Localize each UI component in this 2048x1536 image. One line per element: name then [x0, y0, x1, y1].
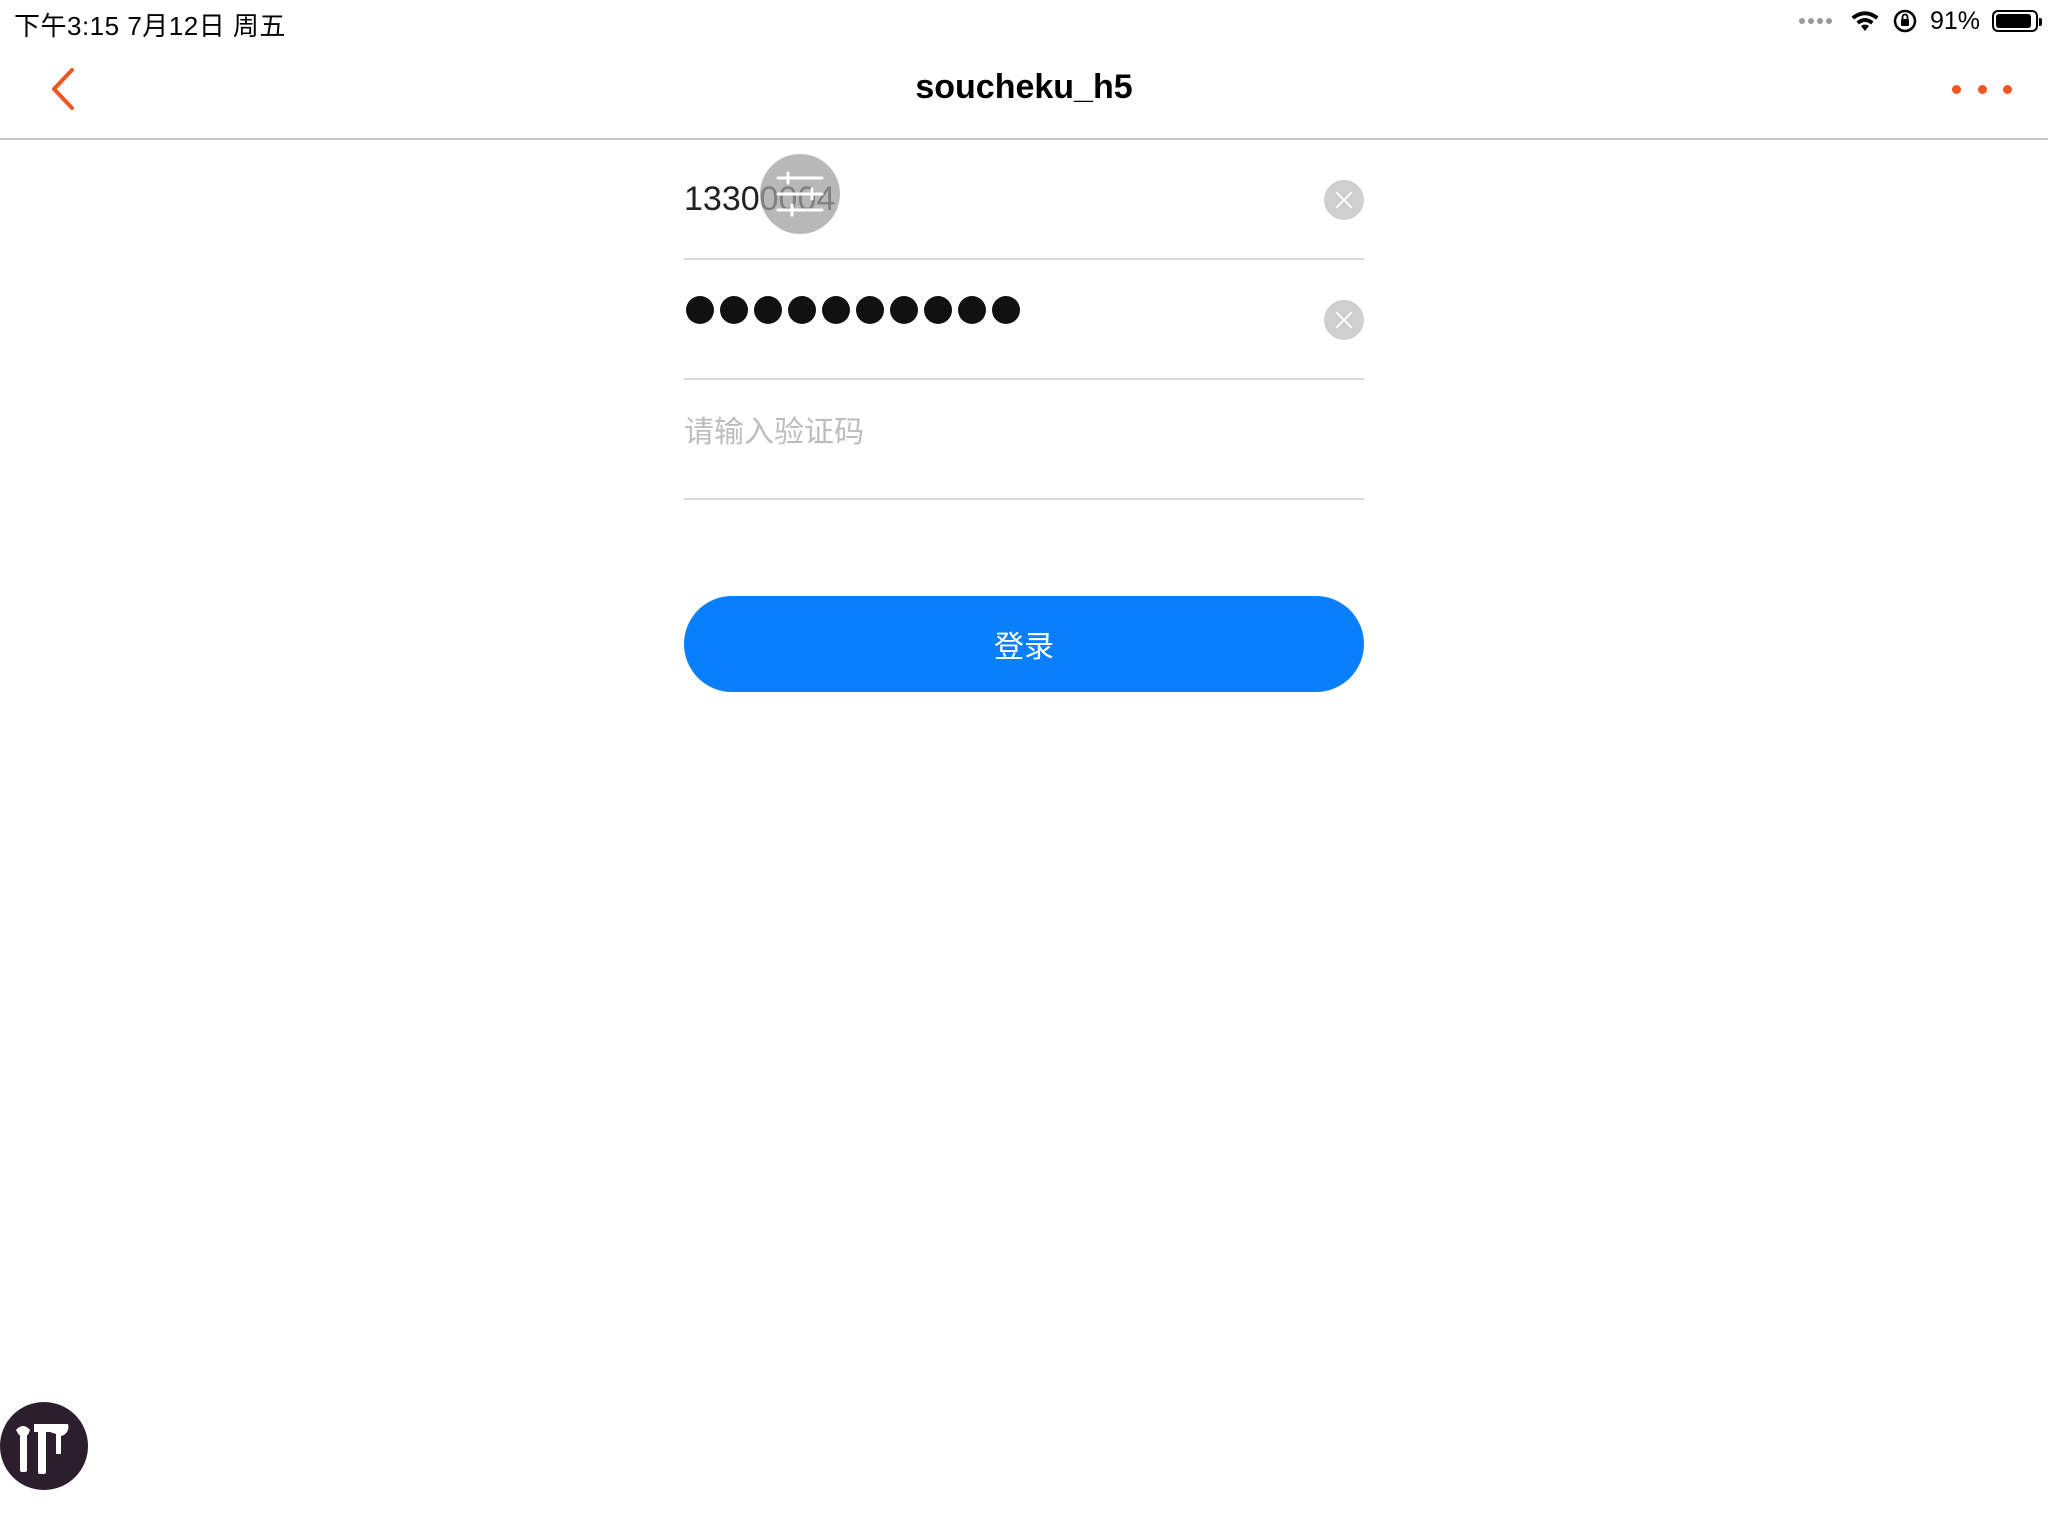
more-button[interactable]	[1952, 76, 2012, 102]
battery-percent: 91%	[1929, 6, 1980, 35]
ellipsis-icon	[2003, 84, 2012, 94]
signal-dots-icon	[1798, 18, 1832, 24]
assistive-touch-button[interactable]	[760, 154, 840, 234]
password-dot	[890, 296, 918, 324]
password-dot	[754, 296, 782, 324]
login-button[interactable]: 登录	[684, 596, 1364, 692]
battery-fill	[1996, 14, 2031, 28]
battery-icon	[1992, 10, 2042, 32]
wifi-icon	[1851, 11, 1879, 31]
password-dot	[924, 296, 952, 324]
password-dot	[822, 296, 850, 324]
password-dot	[788, 296, 816, 324]
password-dot	[992, 296, 1020, 324]
ellipsis-icon	[1952, 84, 1961, 94]
status-time-date: 下午3:15 7月12日 周五	[14, 11, 286, 41]
status-right-group: 91%	[1798, 6, 2042, 36]
page-root: 下午3:15 7月12日 周五 91% soucheku_h5 13300004…	[0, 0, 2048, 1536]
page-title: soucheku_h5	[915, 68, 1133, 106]
clear-phone-button[interactable]	[1324, 180, 1364, 220]
sliders-icon	[776, 171, 824, 217]
tools-icon	[16, 1424, 69, 1474]
clear-password-button[interactable]	[1324, 300, 1364, 340]
tools-badge-button[interactable]	[0, 1402, 88, 1490]
password-dot	[686, 296, 714, 324]
ellipsis-icon	[1977, 84, 1987, 94]
nav-bar: soucheku_h5	[0, 40, 2048, 140]
verification-code-input[interactable]	[684, 374, 1284, 492]
password-field	[684, 260, 1364, 380]
status-bar: 下午3:15 7月12日 周五 91%	[0, 0, 2048, 41]
orientation-lock-icon	[1893, 9, 1917, 33]
password-dot	[720, 296, 748, 324]
verification-code-field	[684, 374, 1364, 500]
password-dot	[856, 296, 884, 324]
password-input[interactable]	[686, 296, 1020, 324]
password-dot	[958, 296, 986, 324]
